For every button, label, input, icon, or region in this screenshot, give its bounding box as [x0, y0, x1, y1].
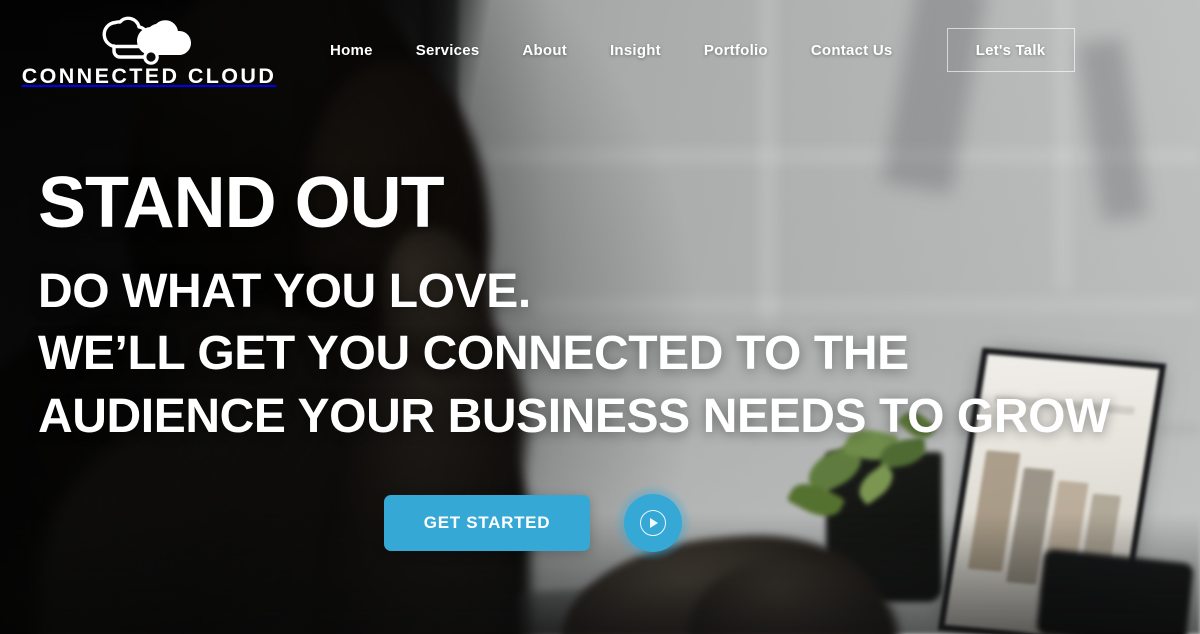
get-started-button[interactable]: GET STARTED [384, 495, 590, 551]
hero-section: CONNECTED CLOUD Home Services About Insi… [0, 0, 1200, 634]
brand-logo[interactable]: CONNECTED CLOUD [22, 12, 274, 89]
nav-item-portfolio[interactable]: Portfolio [704, 42, 768, 59]
hero-subheadline-line-3: AUDIENCE YOUR BUSINESS NEEDS TO GROW [38, 390, 1110, 444]
play-button-core [624, 494, 682, 552]
site-header: CONNECTED CLOUD Home Services About Insi… [0, 0, 1200, 100]
hero-headline: STAND OUT [38, 163, 445, 243]
play-video-button[interactable] [617, 487, 689, 559]
nav-item-home[interactable]: Home [330, 42, 373, 59]
hero-copy: STAND OUT DO WHAT YOU LOVE. WE’LL GET YO… [38, 163, 1110, 450]
nav-item-about[interactable]: About [522, 42, 567, 59]
lets-talk-button[interactable]: Let's Talk [946, 28, 1075, 72]
hero-cta-row: GET STARTED [384, 487, 689, 559]
nav-item-contact-us[interactable]: Contact Us [811, 42, 893, 59]
play-icon [640, 510, 666, 536]
play-triangle-icon [650, 518, 658, 528]
primary-navigation: Home Services About Insight Portfolio Co… [330, 42, 893, 59]
hero-subheadline: DO WHAT YOU LOVE. WE’LL GET YOU CONNECTE… [38, 261, 1110, 450]
window-mullion [470, 150, 1200, 162]
nav-item-insight[interactable]: Insight [610, 42, 661, 59]
nav-item-services[interactable]: Services [416, 42, 480, 59]
hero-subheadline-line-1: DO WHAT YOU LOVE. [38, 264, 531, 318]
hero-subheadline-line-2: WE’LL GET YOU CONNECTED TO THE [38, 327, 909, 381]
connected-clouds-icon [94, 12, 204, 68]
